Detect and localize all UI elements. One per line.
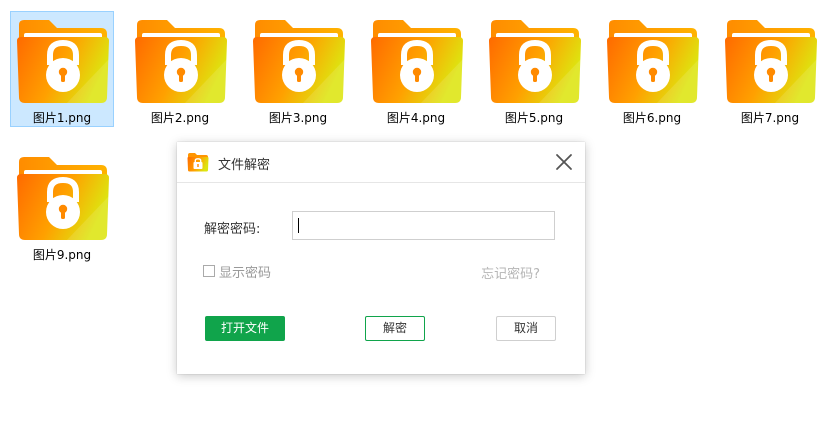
locked-folder-icon [15,17,111,105]
decrypt-dialog: 文件解密 解密密码: 显示密码 忘记密码? 打开文件 解密 取消 [177,142,585,374]
locked-folder-icon [487,17,583,105]
desktop: 图片1.png 图片2.png 图片3.png 图片4.png 图片5.png … [0,0,830,438]
checkbox-box[interactable] [203,265,215,277]
locked-folder-icon [251,17,347,105]
file-name: 图片7.png [740,111,800,125]
decrypt-button[interactable]: 解密 [365,316,425,341]
file-name: 图片3.png [268,111,328,125]
show-password-checkbox[interactable]: 显示密码 [203,263,272,281]
file-name: 图片9.png [32,248,92,262]
open-file-button[interactable]: 打开文件 [205,316,285,341]
file-name: 图片6.png [622,111,682,125]
locked-folder-icon [133,17,229,105]
file-item[interactable]: 图片9.png [10,148,114,264]
file-name: 图片1.png [32,111,92,125]
dialog-title: 文件解密 [218,158,271,173]
password-input[interactable] [292,211,555,240]
locked-folder-icon [723,17,819,105]
close-icon[interactable] [553,151,575,173]
cancel-button[interactable]: 取消 [496,316,556,341]
file-item[interactable]: 图片7.png [718,11,822,127]
text-cursor [298,218,299,233]
file-name: 图片4.png [386,111,446,125]
file-name: 图片2.png [150,111,210,125]
locked-folder-icon [187,153,209,172]
dialog-titlebar: 文件解密 [177,142,585,183]
locked-folder-icon [605,17,701,105]
file-item[interactable]: 图片1.png [10,11,114,127]
password-label: 解密密码: [204,222,261,237]
forgot-password-link[interactable]: 忘记密码? [481,263,540,282]
show-password-label: 显示密码 [219,265,272,281]
locked-folder-icon [369,17,465,105]
file-name: 图片5.png [504,111,564,125]
file-item[interactable]: 图片5.png [482,11,586,127]
locked-folder-icon [15,154,111,242]
file-item[interactable]: 图片4.png [364,11,468,127]
file-item[interactable]: 图片2.png [128,11,232,127]
file-item[interactable]: 图片6.png [600,11,704,127]
file-item[interactable]: 图片3.png [246,11,350,127]
